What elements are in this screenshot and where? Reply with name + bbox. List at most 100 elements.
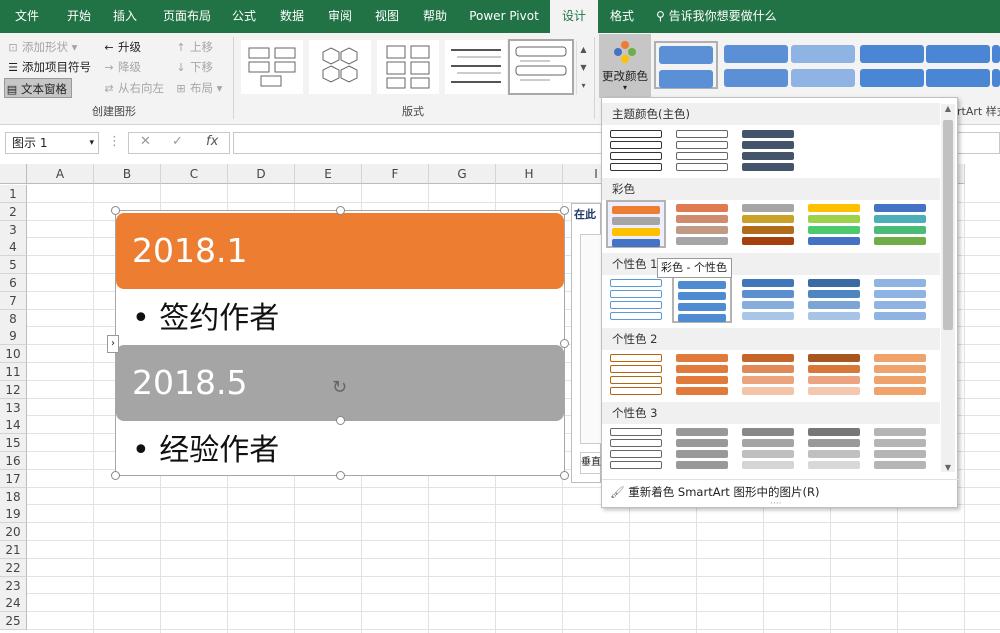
smartart-bullet-1[interactable]: • 签约作者 [132,293,279,337]
smartart-shape-1[interactable]: 2018.1 [116,213,564,289]
tell-me-search[interactable]: ⚲ 告诉我你想要做什么 [656,0,777,33]
insert-function-icon[interactable]: fx [206,134,218,149]
name-box[interactable]: 图示 1 ▾ [5,132,99,154]
column-header[interactable]: A [27,164,94,184]
tab-help[interactable]: 帮助 [415,0,455,33]
color-option-accent2-1[interactable] [606,350,666,398]
add-bullet-button[interactable]: ☰ 添加项目符号 [6,57,91,77]
resize-handle[interactable] [560,339,569,348]
text-pane-toggle-icon[interactable]: › [107,335,119,353]
row-header[interactable]: 14 [0,416,27,435]
row-header[interactable]: 10 [0,345,27,364]
tab-home[interactable]: 开始 [58,0,100,33]
column-header[interactable]: B [94,164,161,184]
color-option-accent2-4[interactable] [804,350,864,398]
row-header[interactable]: 23 [0,576,27,595]
row-header[interactable]: 24 [0,594,27,613]
column-header[interactable]: H [496,164,563,184]
row-header[interactable]: 22 [0,558,27,577]
scroll-down-icon[interactable]: ▼ [941,463,955,472]
layout-option-vertical-bullet[interactable] [508,39,574,95]
scrollbar-thumb[interactable] [943,120,953,330]
layout-button[interactable]: ⊞ 布局 ▾ [174,78,222,98]
tab-insert[interactable]: 插入 [104,0,146,33]
change-colors-button[interactable]: 更改颜色 ▾ [599,34,651,98]
move-down-button[interactable]: ↓ 下移 [174,57,213,77]
row-header[interactable]: 11 [0,363,27,381]
color-option-accent3-5[interactable] [870,424,930,472]
right-to-left-button[interactable]: ⇄ 从右向左 [102,78,164,98]
scroll-up-icon[interactable]: ▲ [941,104,955,113]
color-option-accent2-2[interactable] [672,350,732,398]
row-header[interactable]: 18 [0,487,27,506]
select-all-corner[interactable] [0,164,27,184]
row-header[interactable]: 7 [0,291,27,310]
column-header[interactable]: G [429,164,496,184]
resize-grip-icon[interactable]: ···· [770,499,781,509]
row-header[interactable]: 13 [0,398,27,417]
color-option-accent1-2[interactable] [672,275,732,323]
row-header[interactable]: 2 [0,202,27,221]
color-option-primary-1[interactable] [606,126,666,174]
column-header[interactable]: E [295,164,362,184]
resize-handle[interactable] [111,206,120,215]
promote-button[interactable]: ← 升级 [102,37,141,57]
color-option-accent1-5[interactable] [870,275,930,323]
color-option-accent1-3[interactable] [738,275,798,323]
resize-handle[interactable] [336,471,345,480]
text-pane-button[interactable]: ▤ 文本窗格 [4,78,72,98]
row-header[interactable]: 19 [0,505,27,524]
column-header[interactable]: D [228,164,295,184]
resize-handle[interactable] [560,471,569,480]
color-option-colorful-3[interactable] [738,200,798,248]
row-header[interactable]: 15 [0,434,27,453]
tab-page-layout[interactable]: 页面布局 [158,0,216,33]
column-header[interactable]: F [362,164,429,184]
color-option-primary-3[interactable] [738,126,798,174]
color-option-accent3-4[interactable] [804,424,864,472]
tab-power-pivot[interactable]: Power Pivot [466,0,542,33]
color-option-colorful-5[interactable] [870,200,930,248]
tab-design[interactable]: 设计 [550,0,598,33]
row-header[interactable]: 20 [0,523,27,542]
layout-option-hierarchy[interactable] [240,39,304,95]
color-option-colorful-2[interactable] [672,200,732,248]
smartart-bullet-2[interactable]: • 经验作者 [132,425,279,469]
smartart-style-option[interactable] [926,45,990,93]
tab-format[interactable]: 格式 [602,0,642,33]
enter-icon[interactable]: ✓ [172,134,183,149]
text-pane-layout-button[interactable]: 垂直 [580,452,602,474]
layout-option-hexagon[interactable] [308,39,372,95]
cancel-icon[interactable]: ✕ [140,134,151,149]
color-option-accent3-3[interactable] [738,424,798,472]
row-header[interactable]: 9 [0,327,27,346]
rotate-handle-icon[interactable]: ↻ [332,377,347,398]
resize-handle[interactable] [111,471,120,480]
row-header[interactable]: 5 [0,256,27,275]
smartart-style-option[interactable] [654,41,718,89]
demote-button[interactable]: → 降级 [102,57,141,77]
row-header[interactable]: 12 [0,380,27,399]
resize-handle[interactable] [336,206,345,215]
smartart-style-option[interactable] [791,45,855,93]
color-option-accent3-1[interactable] [606,424,666,472]
smartart-graphic[interactable]: 2018.1 • 签约作者 2018.5 • 经验作者 ↻ › [107,206,569,480]
color-option-colorful-4[interactable] [804,200,864,248]
row-header[interactable]: 17 [0,469,27,488]
row-header[interactable]: 6 [0,274,27,292]
smartart-style-option[interactable] [724,45,788,93]
row-header[interactable]: 8 [0,309,27,328]
resize-handle[interactable] [560,206,569,215]
column-header[interactable]: C [161,164,228,184]
row-header[interactable]: 21 [0,541,27,559]
color-option-accent3-2[interactable] [672,424,732,472]
add-shape-button[interactable]: ⊡ 添加形状 ▾ [6,37,77,57]
row-header[interactable]: 16 [0,452,27,470]
row-header[interactable]: 4 [0,238,27,257]
tab-formulas[interactable]: 公式 [225,0,263,33]
tab-view[interactable]: 视图 [368,0,406,33]
move-up-button[interactable]: ↑ 上移 [174,37,213,57]
color-option-primary-2[interactable] [672,126,732,174]
tab-file[interactable]: 文件 [8,0,46,33]
layout-option-grid[interactable] [376,39,440,95]
